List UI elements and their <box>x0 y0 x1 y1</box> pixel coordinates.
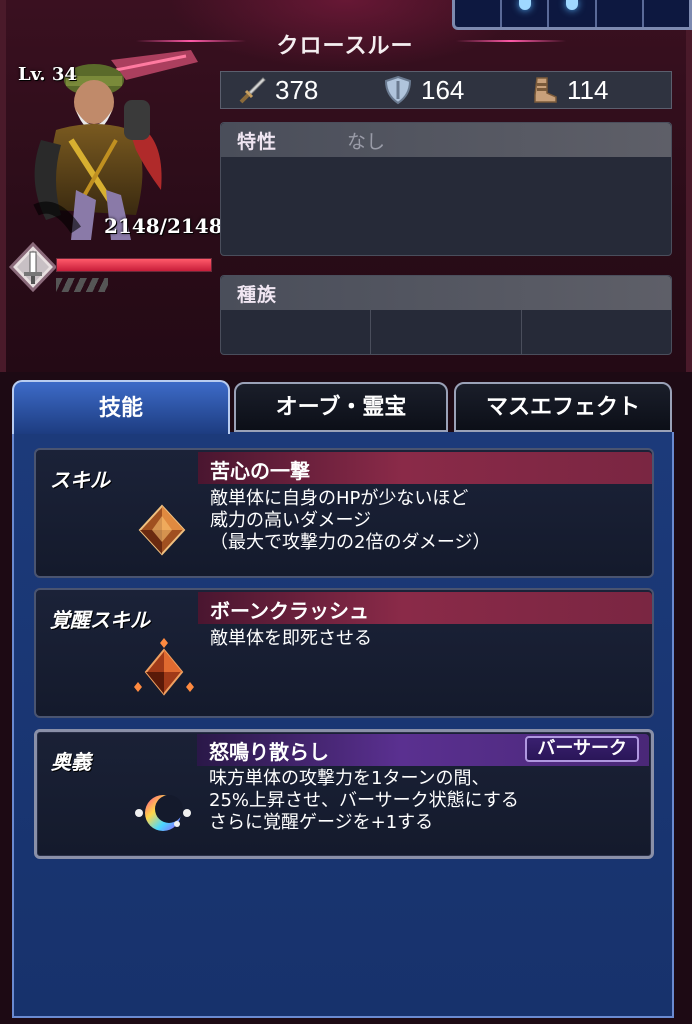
orange-crystal-icon <box>138 504 186 556</box>
trait-header: 特性 なし <box>221 123 671 157</box>
top-slot-bar <box>452 0 692 30</box>
defense-value: 164 <box>421 74 465 105</box>
trait-box: 特性 なし <box>220 122 672 256</box>
stat-speed: 114 <box>529 75 659 106</box>
sub-gauge <box>56 278 108 292</box>
skill-description-line: 味方単体の攻撃力を1ターンの間、 <box>209 768 490 789</box>
ornament-line-right <box>456 40 566 42</box>
hp-value: 2148/2148 <box>104 214 223 238</box>
stats-bar: 378 164 114 <box>220 71 672 109</box>
tab-mass-effect[interactable]: マスエフェクト <box>454 382 672 432</box>
skill-card[interactable]: 覚醒スキル ボーンクラッシュ 敵単体を即死させる <box>34 588 654 718</box>
shield-icon <box>384 75 412 105</box>
top-slot <box>455 0 503 27</box>
stat-attack: 378 <box>237 75 367 106</box>
race-header: 種族 <box>221 276 671 310</box>
trait-label: 特性 <box>237 130 278 153</box>
skill-description-line: 敵単体に自身のHPが少ないほど <box>210 488 469 509</box>
berserk-tag: バーサーク <box>525 736 639 762</box>
awakened-crystal-icon <box>134 638 194 696</box>
skill-name: 怒鳴り散らし <box>209 740 329 764</box>
skill-description-line: 敵単体を即死させる <box>210 628 372 649</box>
race-label: 種族 <box>237 283 278 306</box>
skill-description-line: 威力の高いダメージ <box>210 510 372 531</box>
rainbow-moon-icon <box>135 795 191 831</box>
level-label: Lv. 34 <box>18 64 77 85</box>
skill-type-label: スキル <box>50 468 110 492</box>
boot-icon <box>534 77 557 103</box>
top-slot <box>549 0 597 27</box>
tab-orbs[interactable]: オーブ・霊宝 <box>234 382 448 432</box>
skill-name: ボーンクラッシュ <box>210 599 369 623</box>
skill-description: 敵単体を即死させる <box>210 628 372 650</box>
skill-description: 味方単体の攻撃力を1ターンの間、 25%上昇させ、バーサーク状態にする さらに覚… <box>209 768 519 834</box>
top-slot <box>597 0 644 27</box>
skill-description: 敵単体に自身のHPが少ないほど 威力の高いダメージ （最大で攻撃力の2倍のダメー… <box>210 488 491 554</box>
sword-class-icon <box>8 242 58 292</box>
race-box: 種族 <box>220 275 672 355</box>
race-cell <box>522 310 671 354</box>
race-cell <box>221 310 372 354</box>
skill-card[interactable]: スキル 苦心の一撃 敵単体に自身のHPが少ないほど 威力の高いダメージ （最大で… <box>34 448 654 578</box>
attack-value: 378 <box>275 74 319 105</box>
skill-description-line: （最大で攻撃力の2倍のダメージ） <box>210 532 491 553</box>
race-cells <box>221 310 671 354</box>
skill-description-line: さらに覚醒ゲージを+1する <box>209 812 434 833</box>
hp-bar <box>56 258 212 272</box>
sword-icon <box>239 77 266 104</box>
race-cell <box>371 310 522 354</box>
ougi-card[interactable]: 奥義 怒鳴り散らし バーサーク 味方単体の攻撃力を1ターンの間、 25%上昇させ… <box>34 729 654 859</box>
top-slot <box>644 0 689 27</box>
top-slot <box>502 0 550 27</box>
hp-bar-fill <box>57 259 211 271</box>
tab-bar: 技能 オーブ・霊宝 マスエフェクト <box>12 380 674 434</box>
stat-defense: 164 <box>383 75 513 106</box>
tab-skills[interactable]: 技能 <box>12 380 230 434</box>
skill-type-label: 覚醒スキル <box>50 608 150 632</box>
trait-value: なし <box>347 130 386 153</box>
speed-value: 114 <box>567 74 609 105</box>
skill-type-label: 奥義 <box>51 750 91 774</box>
skill-description-line: 25%上昇させ、バーサーク状態にする <box>209 790 519 811</box>
skill-name: 苦心の一撃 <box>210 459 310 483</box>
character-name: クロースルー <box>276 34 414 59</box>
